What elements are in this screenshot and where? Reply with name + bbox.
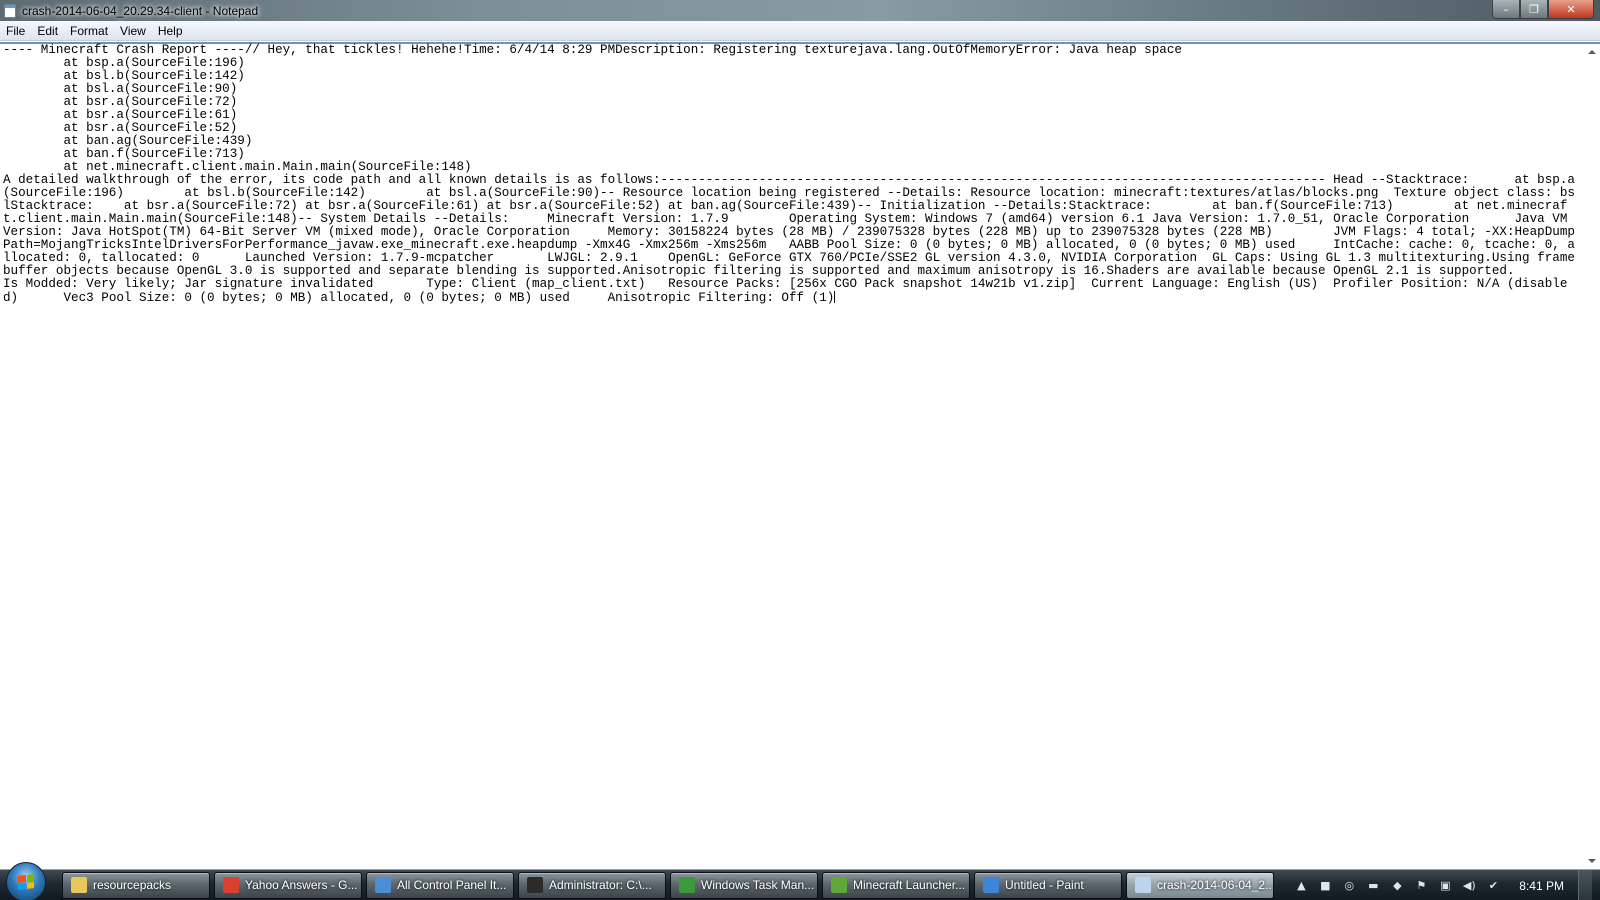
taskbar-item-label: resourcepacks bbox=[93, 878, 172, 892]
taskbar-item[interactable]: Minecraft Launcher... bbox=[822, 871, 970, 899]
control-panel-icon bbox=[375, 877, 391, 893]
taskbar-item[interactable]: Untitled - Paint bbox=[974, 871, 1122, 899]
taskbar-item-label: crash-2014-06-04_2... bbox=[1157, 878, 1273, 892]
system-tray: ▲ ■ ◎ ▬ ◆ ⚑ ▣ ◀) ✔ 8:41 PM bbox=[1289, 870, 1600, 900]
notepad-icon bbox=[1135, 877, 1151, 893]
nvidia-icon[interactable]: ▬ bbox=[1366, 879, 1380, 893]
taskbar-item[interactable]: resourcepacks bbox=[62, 871, 210, 899]
text-editor-area[interactable]: ---- Minecraft Crash Report ----// Hey, … bbox=[0, 42, 1600, 869]
menu-format[interactable]: Format bbox=[64, 24, 114, 38]
taskbar-items: resourcepacks Yahoo Answers - G... All Con… bbox=[46, 871, 1274, 899]
task-manager-icon bbox=[679, 877, 695, 893]
network-icon[interactable]: ▣ bbox=[1438, 879, 1452, 893]
windows-start-icon bbox=[18, 874, 34, 890]
restore-icon: ❐ bbox=[1529, 2, 1539, 16]
start-button[interactable] bbox=[6, 862, 46, 900]
menu-view[interactable]: View bbox=[114, 24, 152, 38]
menu-file[interactable]: File bbox=[0, 24, 31, 38]
window-controls: – ❐ ✕ bbox=[1492, 0, 1594, 19]
window-title: crash-2014-06-04_20.29.34-client - Notep… bbox=[22, 3, 259, 18]
taskbar-item[interactable]: crash-2014-06-04_2... bbox=[1126, 871, 1274, 899]
taskbar-item-label: Minecraft Launcher... bbox=[853, 878, 966, 892]
steam-icon[interactable]: ◎ bbox=[1342, 879, 1356, 893]
safely-remove-icon[interactable]: ✔ bbox=[1486, 879, 1500, 893]
scroll-down-icon[interactable] bbox=[1588, 859, 1596, 863]
scroll-up-icon[interactable] bbox=[1588, 50, 1596, 54]
show-desktop-button[interactable] bbox=[1578, 870, 1592, 900]
minimize-button[interactable]: – bbox=[1492, 0, 1520, 19]
taskbar: resourcepacks Yahoo Answers - G... All Con… bbox=[0, 862, 1600, 900]
cmd-icon bbox=[527, 877, 543, 893]
clock[interactable]: 8:41 PM bbox=[1519, 879, 1564, 893]
window-titlebar: crash-2014-06-04_20.29.34-client - Notep… bbox=[0, 0, 1600, 21]
taskbar-item-label: Windows Task Man... bbox=[701, 878, 815, 892]
folder-icon bbox=[71, 877, 87, 893]
chrome-icon bbox=[223, 877, 239, 893]
taskbar-item-label: All Control Panel It... bbox=[397, 878, 507, 892]
taskbar-item[interactable]: Yahoo Answers - G... bbox=[214, 871, 362, 899]
minimize-icon: – bbox=[1503, 2, 1509, 16]
taskbar-item-label: Yahoo Answers - G... bbox=[245, 878, 358, 892]
taskbar-item[interactable]: All Control Panel It... bbox=[366, 871, 514, 899]
green-app-icon[interactable]: ■ bbox=[1318, 879, 1332, 893]
document-text[interactable]: ---- Minecraft Crash Report ----// Hey, … bbox=[3, 44, 1581, 305]
taskbar-item[interactable]: Windows Task Man... bbox=[670, 871, 818, 899]
action-center-flag-icon[interactable]: ⚑ bbox=[1414, 879, 1428, 893]
tray-icons: ▲ ■ ◎ ▬ ◆ ⚑ ▣ ◀) ✔ bbox=[1289, 879, 1505, 893]
minecraft-icon bbox=[831, 877, 847, 893]
volume-icon[interactable]: ◀) bbox=[1462, 879, 1476, 893]
paint-icon bbox=[983, 877, 999, 893]
menu-edit[interactable]: Edit bbox=[31, 24, 64, 38]
vertical-scrollbar[interactable] bbox=[1584, 44, 1600, 869]
notepad-icon bbox=[4, 3, 16, 18]
text-caret bbox=[834, 291, 836, 303]
taskbar-item-label: Untitled - Paint bbox=[1005, 878, 1084, 892]
menubar: File Edit Format View Help bbox=[0, 21, 1600, 41]
taskbar-item[interactable]: Administrator: C:\... bbox=[518, 871, 666, 899]
taskbar-item-label: Administrator: C:\... bbox=[549, 878, 652, 892]
close-icon: ✕ bbox=[1566, 2, 1576, 16]
menu-help[interactable]: Help bbox=[152, 24, 189, 38]
close-button[interactable]: ✕ bbox=[1548, 0, 1594, 19]
color-app-icon[interactable]: ◆ bbox=[1390, 879, 1404, 893]
document-content: ---- Minecraft Crash Report ----// Hey, … bbox=[3, 43, 1575, 305]
show-hidden-icons-icon[interactable]: ▲ bbox=[1294, 879, 1308, 893]
restore-button[interactable]: ❐ bbox=[1520, 0, 1548, 19]
